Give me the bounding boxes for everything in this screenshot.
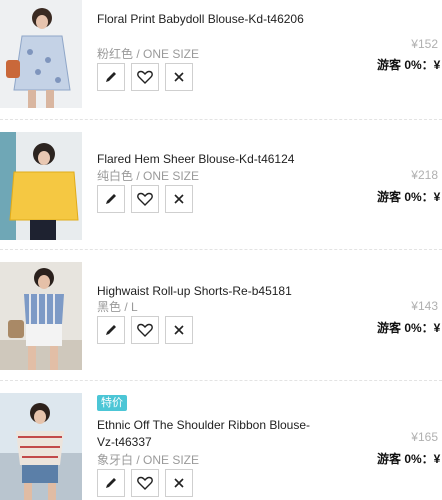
product-title[interactable]: Highwaist Roll-up Shorts-Re-b45181 (97, 283, 317, 300)
product-variant: 黑色 / L (97, 300, 138, 314)
favorite-button[interactable] (131, 185, 159, 213)
remove-button[interactable] (165, 469, 193, 497)
favorite-button[interactable] (131, 63, 159, 91)
pencil-icon (106, 478, 116, 488)
member-discount: 游客 0%：¥ (377, 452, 441, 466)
product-title[interactable]: Ethnic Off The Shoulder Ribbon Blouse-Vz… (97, 417, 317, 451)
item-price: ¥218 (411, 168, 438, 182)
edit-button[interactable] (97, 63, 125, 91)
member-discount: 游客 0%：¥ (377, 58, 441, 72)
product-variant: 粉红色 / ONE SIZE (97, 47, 200, 61)
close-icon (174, 72, 184, 82)
heart-icon (137, 192, 153, 206)
product-thumbnail[interactable] (0, 0, 82, 108)
member-discount: 游客 0%：¥ (377, 190, 441, 204)
favorite-button[interactable] (131, 469, 159, 497)
member-discount: 游客 0%：¥ (377, 321, 441, 335)
pencil-icon (106, 325, 116, 335)
item-price: ¥165 (411, 430, 438, 444)
remove-button[interactable] (165, 185, 193, 213)
product-thumbnail[interactable] (0, 262, 82, 370)
product-thumbnail[interactable] (0, 393, 82, 500)
product-title[interactable]: Flared Hem Sheer Blouse-Kd-t46124 (97, 151, 317, 168)
product-variant: 纯白色 / ONE SIZE (97, 169, 200, 183)
close-icon (174, 478, 184, 488)
heart-icon (137, 323, 153, 337)
favorite-button[interactable] (131, 316, 159, 344)
close-icon (174, 194, 184, 204)
remove-button[interactable] (165, 63, 193, 91)
heart-icon (137, 70, 153, 84)
cart-item: Floral Print Babydoll Blouse-Kd-t46206 粉… (0, 0, 442, 120)
edit-button[interactable] (97, 316, 125, 344)
heart-icon (137, 476, 153, 490)
edit-button[interactable] (97, 185, 125, 213)
product-title[interactable]: Floral Print Babydoll Blouse-Kd-t46206 (97, 11, 317, 28)
pencil-icon (106, 72, 116, 82)
sale-badge: 特价 (97, 395, 127, 411)
remove-button[interactable] (165, 316, 193, 344)
edit-button[interactable] (97, 469, 125, 497)
item-price: ¥143 (411, 299, 438, 313)
pencil-icon (106, 194, 116, 204)
product-thumbnail[interactable] (0, 132, 82, 240)
cart-item: 特价 Ethnic Off The Shoulder Ribbon Blouse… (0, 381, 442, 500)
close-icon (174, 325, 184, 335)
product-variant: 象牙白 / ONE SIZE (97, 453, 200, 467)
cart-item: Highwaist Roll-up Shorts-Re-b45181 黑色 / … (0, 250, 442, 380)
item-price: ¥152 (411, 37, 438, 51)
cart-item: Flared Hem Sheer Blouse-Kd-t46124 纯白色 / … (0, 120, 442, 250)
